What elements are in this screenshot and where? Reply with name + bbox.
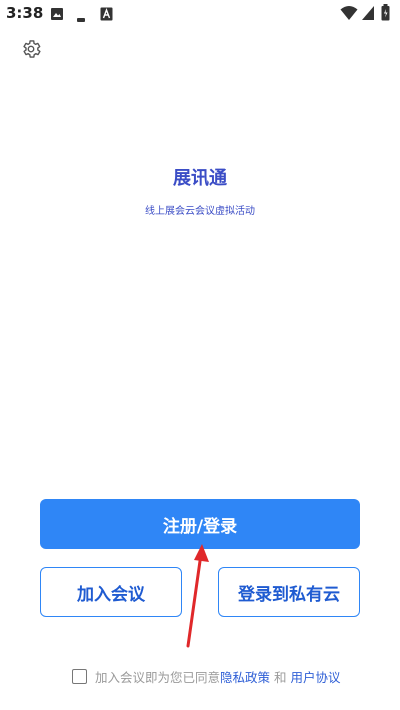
join-meeting-button[interactable]: 加入会议 (40, 567, 182, 617)
login-private-cloud-button[interactable]: 登录到私有云 (218, 567, 360, 617)
settings-button[interactable] (18, 38, 44, 64)
wifi-icon (340, 5, 358, 25)
gear-icon (20, 38, 42, 64)
agreement-text: 加入会议即为您已同意 (95, 669, 221, 685)
image-icon (50, 6, 64, 25)
privacy-policy-link[interactable]: 隐私政策 (220, 667, 270, 686)
annotation-arrow-icon (186, 544, 209, 648)
battery-icon (381, 4, 390, 25)
status-bar: 3:38 (0, 0, 400, 28)
signal-icon (361, 5, 375, 25)
user-agreement-link[interactable]: 用户协议 (291, 667, 341, 686)
app-subtitle: 线上展会云会议虚拟活动 (145, 206, 255, 217)
agreement-checkbox[interactable] (72, 668, 87, 684)
status-time: 3:38 (6, 4, 44, 22)
a-icon (100, 6, 113, 25)
agreement-row: 加入会议即为您已同意 隐私政策 和 用户协议 (72, 666, 341, 686)
agreement-and: 和 (274, 669, 287, 685)
app-title: 展讯通 (173, 168, 227, 189)
minus-icon (76, 9, 86, 28)
